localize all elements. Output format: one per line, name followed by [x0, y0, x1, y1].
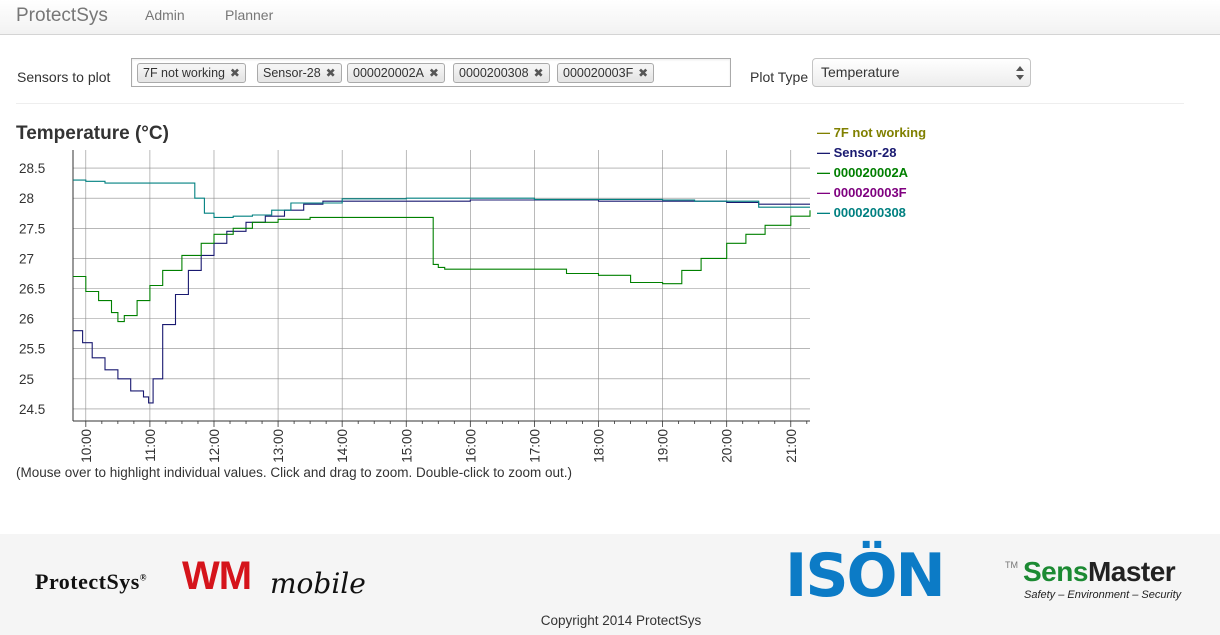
divider	[16, 103, 1184, 104]
brand-link[interactable]: ProtectSys	[16, 5, 108, 27]
y-tick-label: 27	[19, 251, 34, 266]
remove-x-icon[interactable]: ✖	[429, 64, 439, 82]
remove-x-icon[interactable]: ✖	[230, 64, 240, 82]
sensor-tag-label: Sensor-28	[263, 66, 321, 80]
chart-hint-text: (Mouse over to highlight individual valu…	[16, 465, 573, 480]
series-line	[73, 199, 810, 404]
sensors-to-plot-label: Sensors to plot	[17, 69, 111, 85]
chart-legend: — 7F not working — Sensor-28 — 000020002A —…	[817, 125, 926, 225]
y-tick-label: 27.5	[19, 221, 45, 236]
x-tick-label: 16:00	[463, 429, 478, 463]
remove-x-icon[interactable]: ✖	[533, 64, 543, 82]
x-tick-label: 15:00	[399, 429, 414, 463]
sensor-tag: 0000200308 ✖	[453, 63, 550, 83]
plot-type-value: Temperature	[821, 64, 900, 80]
ison-trademark: TM	[1005, 560, 1018, 570]
legend-item: — Sensor-28	[817, 145, 897, 160]
x-tick-label: 13:00	[271, 429, 286, 463]
plot-type-select[interactable]: Temperature	[812, 58, 1031, 87]
navbar: ProtectSys Admin Planner	[0, 0, 1220, 35]
series-line	[73, 179, 810, 218]
sensmaster-tagline: Safety – Environment – Security	[1024, 589, 1182, 601]
nav-link-admin[interactable]: Admin	[145, 7, 185, 23]
ison-logo: ISÖN	[785, 541, 946, 611]
x-tick-label: 18:00	[592, 429, 607, 463]
sensor-tag: Sensor-28 ✖	[257, 63, 342, 83]
x-tick-label: 21:00	[784, 429, 799, 463]
sensor-tag: 000020002A ✖	[347, 63, 445, 83]
y-tick-label: 26	[19, 312, 34, 327]
x-tick-label: 17:00	[527, 429, 542, 463]
y-tick-label: 28.5	[19, 161, 45, 176]
sensor-tag-label: 000020003F	[563, 66, 634, 80]
x-tick-label: 11:00	[143, 429, 158, 462]
legend-item: — 7F not working	[817, 125, 927, 140]
legend-item: — 000020003F	[817, 185, 907, 200]
x-tick-label: 12:00	[207, 429, 222, 463]
plot-type-label: Plot Type	[750, 69, 809, 85]
nav-link-planner[interactable]: Planner	[225, 7, 273, 23]
sensor-tag: 000020003F ✖	[557, 63, 655, 83]
legend-item: — 0000200308	[817, 205, 906, 220]
y-tick-label: 25.5	[19, 342, 45, 357]
sensor-select-input[interactable]: 7F not working ✖ Sensor-28 ✖ 000020002A ✖ 0…	[131, 58, 731, 87]
x-tick-label: 19:00	[656, 429, 671, 463]
mobile-logo: mobile	[270, 567, 366, 600]
copyright-text: Copyright 2014 ProtectSys	[540, 613, 702, 628]
y-tick-label: 26.5	[19, 282, 45, 297]
updown-arrows-icon	[1016, 66, 1024, 80]
sensor-tag-label: 7F not working	[143, 66, 225, 80]
sensor-tag-label: 000020002A	[353, 66, 424, 80]
footer: ProtectSys® WM mobile ISÖN TM SensMaster…	[0, 534, 1220, 635]
y-tick-label: 25	[19, 372, 34, 387]
x-tick-label: 20:00	[720, 429, 735, 463]
legend-item: — 000020002A	[817, 165, 909, 180]
protectsys-logo: ProtectSys®	[35, 569, 148, 594]
y-tick-label: 24.5	[19, 402, 45, 417]
temperature-chart[interactable]: 24.5 25 25.5 26 26.5 27 27.5 28 28.5 10:00 11:00 12…	[0, 140, 815, 465]
y-tick-label: 28	[19, 191, 34, 206]
wm-logo: WM	[182, 554, 252, 598]
sensor-tag: 7F not working ✖	[137, 63, 246, 83]
series-line	[73, 210, 811, 323]
remove-x-icon[interactable]: ✖	[326, 64, 336, 82]
x-tick-label: 14:00	[335, 429, 350, 463]
sensor-tag-label: 0000200308	[459, 66, 529, 80]
remove-x-icon[interactable]: ✖	[638, 64, 648, 82]
x-tick-label: 10:00	[79, 429, 94, 463]
sensmaster-logo: SensMaster	[1023, 556, 1176, 587]
